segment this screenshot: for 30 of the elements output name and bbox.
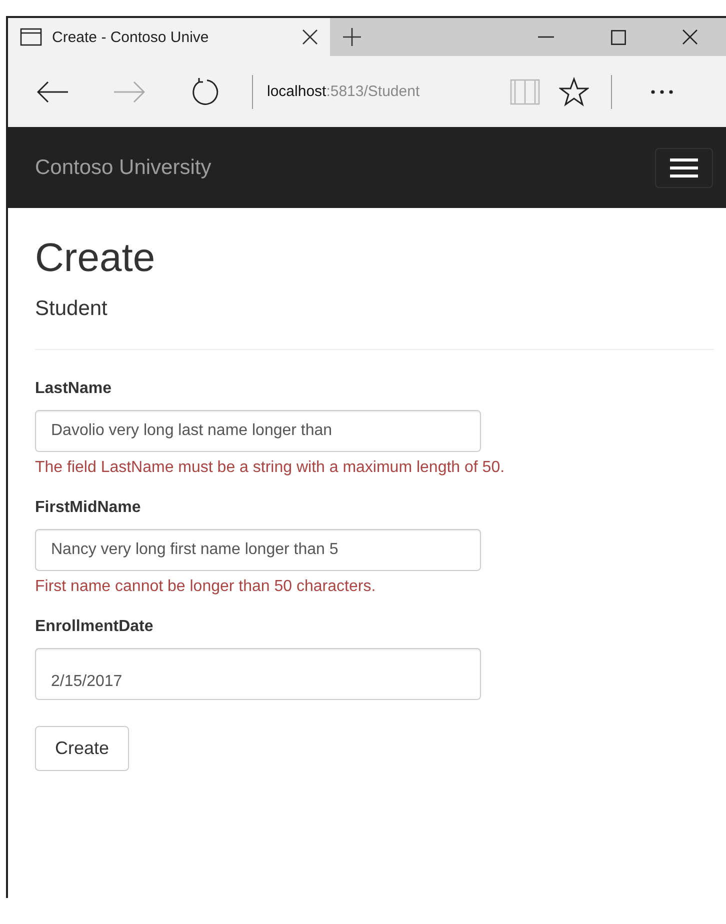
browser-tab[interactable]: Create - Contoso Unive xyxy=(8,18,330,56)
date-field[interactable]: 2/15/2017 xyxy=(35,648,481,700)
input-field[interactable]: Nancy very long first name longer than 5 xyxy=(35,529,481,571)
page-subheading: Student xyxy=(35,297,108,321)
star-icon xyxy=(559,76,589,106)
tab-title: Create - Contoso Unive xyxy=(52,28,210,46)
forward-arrow-icon xyxy=(113,80,145,102)
address-bar[interactable]: localhost:5813/Student xyxy=(267,83,505,100)
field-label: FirstMidName xyxy=(35,499,142,517)
close-icon xyxy=(682,29,698,45)
more-icon xyxy=(651,90,673,94)
field-label: EnrollmentDate xyxy=(35,618,154,636)
close-icon xyxy=(302,29,318,45)
maximize-icon xyxy=(610,30,626,44)
menu-icon xyxy=(670,158,698,178)
field-label: LastName xyxy=(35,380,112,398)
window-icon xyxy=(20,28,42,46)
minimize-icon xyxy=(538,36,554,38)
create-button[interactable]: Create xyxy=(35,726,130,771)
book-icon xyxy=(509,78,541,106)
back-arrow-icon xyxy=(37,80,69,102)
menu-toggle-button[interactable] xyxy=(655,148,713,188)
brand-link[interactable]: Contoso University xyxy=(35,156,212,180)
page-heading: Create xyxy=(35,236,156,281)
input-field[interactable]: Davolio very long last name longer than xyxy=(35,410,481,452)
close-tab-button[interactable] xyxy=(302,29,318,45)
validation-error: First name cannot be longer than 50 characters. xyxy=(35,578,377,596)
refresh-icon xyxy=(190,76,220,106)
plus-icon xyxy=(343,28,361,46)
validation-error: The field LastName must be a string with a maximum length of 50. xyxy=(35,459,506,477)
